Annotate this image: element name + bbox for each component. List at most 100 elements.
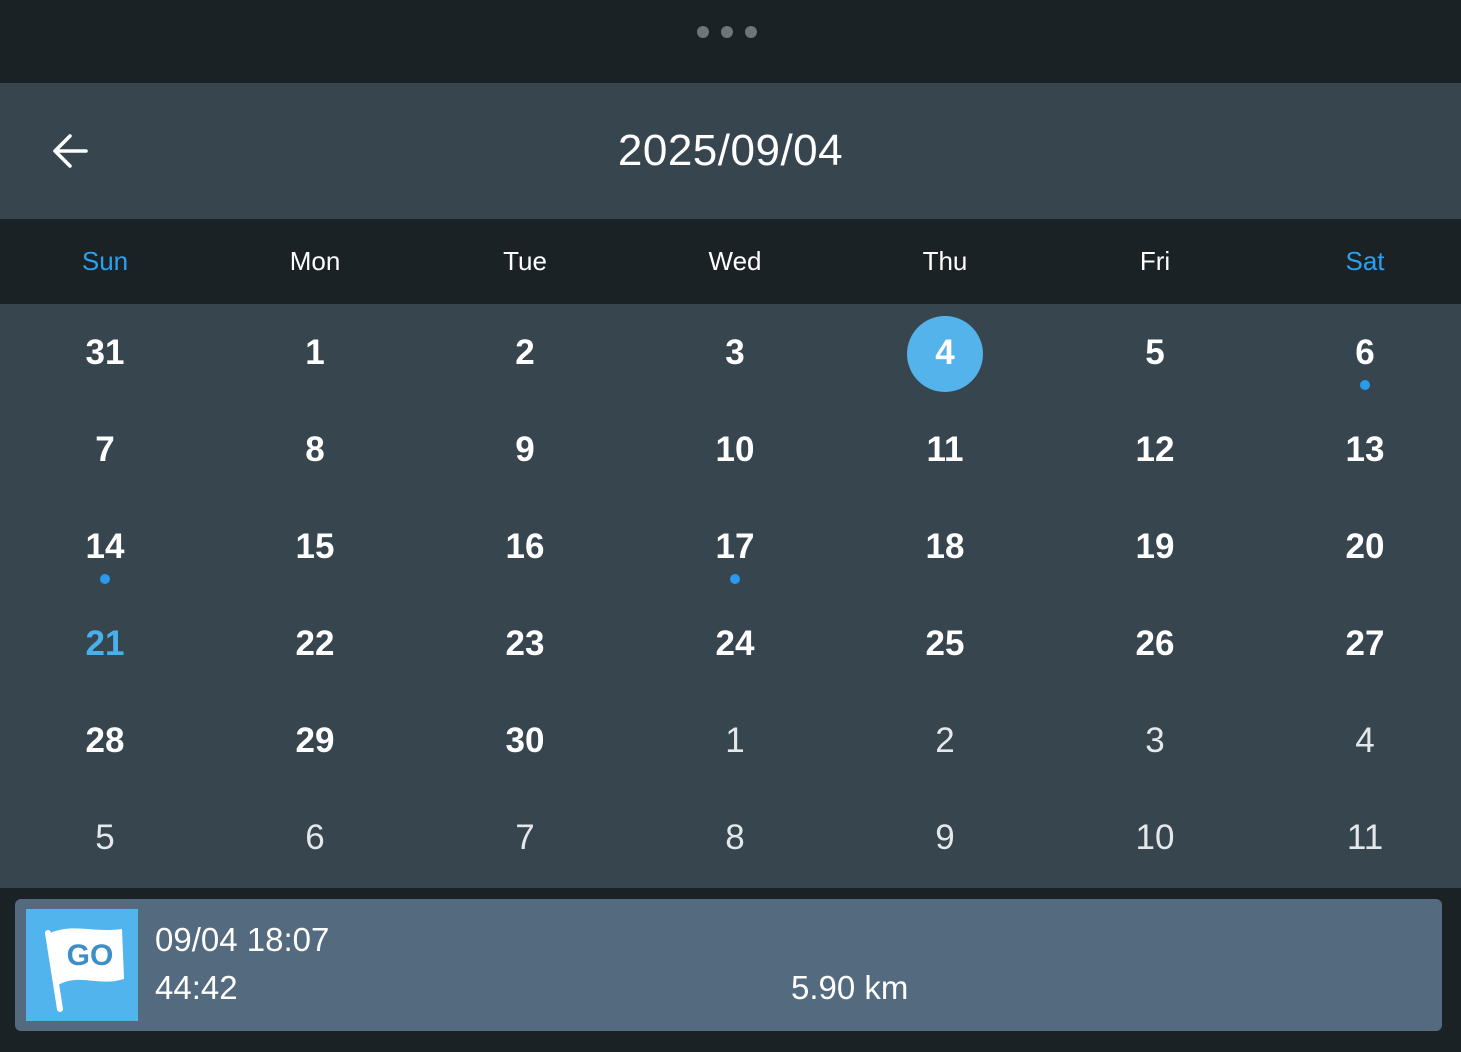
top-bar — [0, 0, 1461, 83]
calendar-day[interactable]: 6 — [1260, 304, 1461, 401]
calendar-day[interactable]: 5 — [1050, 304, 1260, 401]
calendar-week-row: 14 15 16 17 18 19 20 — [0, 498, 1461, 595]
day-number: 28 — [85, 720, 125, 760]
day-number: 9 — [935, 817, 955, 857]
activity-distance: 5.90 km — [791, 969, 909, 1006]
activity-card[interactable]: GO 09/04 18:07 44:42 5.90 km — [15, 899, 1442, 1031]
day-number: 24 — [715, 623, 755, 663]
dot — [745, 26, 757, 38]
day-number: 27 — [1345, 623, 1385, 663]
calendar-day[interactable]: 11 — [1260, 789, 1461, 886]
day-number: 29 — [295, 720, 335, 760]
calendar-day[interactable]: 22 — [210, 595, 420, 692]
calendar-week-row: 5 6 7 8 9 10 11 — [0, 789, 1461, 886]
calendar-day[interactable]: 9 — [420, 401, 630, 498]
activity-dot — [100, 574, 110, 584]
calendar-day[interactable]: 13 — [1260, 401, 1461, 498]
weekday-sat: Sat — [1345, 246, 1385, 276]
day-number: 11 — [926, 429, 964, 469]
calendar-grid: 31 1 2 3 4 5 6 7 8 9 10 11 12 13 14 15 16 17 18 19 20 21 22 23 2… — [0, 304, 1461, 888]
calendar-day[interactable]: 29 — [210, 692, 420, 789]
calendar-day[interactable]: 5 — [0, 789, 210, 886]
day-number: 10 — [715, 429, 755, 469]
calendar-day[interactable]: 20 — [1260, 498, 1461, 595]
calendar-day[interactable]: 7 — [0, 401, 210, 498]
calendar-day[interactable]: 17 — [630, 498, 840, 595]
calendar-day[interactable]: 1 — [210, 304, 420, 401]
day-number: 6 — [1355, 332, 1375, 372]
activity-duration: 44:42 — [155, 969, 238, 1006]
weekday-tue: Tue — [503, 246, 547, 276]
calendar-day[interactable]: 28 — [0, 692, 210, 789]
calendar-day[interactable]: 14 — [0, 498, 210, 595]
day-number: 8 — [725, 817, 745, 857]
flag-text: GO — [67, 939, 114, 972]
day-number: 22 — [295, 623, 335, 663]
calendar-day[interactable]: 2 — [420, 304, 630, 401]
calendar-day[interactable]: 31 — [0, 304, 210, 401]
weekday-header: Sun Mon Tue Wed Thu Fri Sat — [0, 219, 1461, 304]
day-number: 10 — [1135, 817, 1175, 857]
calendar-day[interactable]: 30 — [420, 692, 630, 789]
calendar-day[interactable]: 23 — [420, 595, 630, 692]
weekday-mon: Mon — [289, 246, 341, 276]
calendar-day[interactable]: 10 — [1050, 789, 1260, 886]
calendar-day[interactable]: 6 — [210, 789, 420, 886]
day-number: 19 — [1135, 526, 1175, 566]
calendar-day[interactable]: 8 — [210, 401, 420, 498]
day-number: 23 — [505, 623, 545, 663]
weekday-thu: Thu — [922, 246, 968, 276]
day-number: 8 — [305, 429, 325, 469]
day-number: 3 — [1145, 720, 1165, 760]
dot — [721, 26, 733, 38]
day-number: 21 — [85, 623, 125, 663]
arrow-left-icon — [53, 134, 88, 168]
calendar-day[interactable]: 26 — [1050, 595, 1260, 692]
calendar-day[interactable]: 9 — [840, 789, 1050, 886]
calendar-day[interactable]: 19 — [1050, 498, 1260, 595]
day-number: 12 — [1135, 429, 1175, 469]
day-number: 20 — [1345, 526, 1385, 566]
calendar-day[interactable]: 4 — [1260, 692, 1461, 789]
day-number: 14 — [85, 526, 125, 566]
day-number: 11 — [1346, 817, 1384, 857]
calendar-day[interactable]: 11 — [840, 401, 1050, 498]
calendar-day[interactable]: 15 — [210, 498, 420, 595]
dot — [697, 26, 709, 38]
day-number: 5 — [95, 817, 115, 857]
day-number: 2 — [515, 332, 535, 372]
day-number: 26 — [1135, 623, 1175, 663]
calendar-day[interactable]: 18 — [840, 498, 1050, 595]
day-number: 1 — [305, 332, 325, 372]
back-button[interactable] — [44, 127, 96, 175]
calendar-day-selected[interactable]: 4 — [840, 304, 1050, 401]
day-number: 7 — [95, 429, 115, 469]
day-number: 6 — [305, 817, 325, 857]
day-number: 25 — [925, 623, 965, 663]
calendar-day[interactable]: 3 — [630, 304, 840, 401]
calendar-day[interactable]: 12 — [1050, 401, 1260, 498]
calendar-day[interactable]: 16 — [420, 498, 630, 595]
day-number: 5 — [1145, 332, 1165, 372]
day-number: 30 — [505, 720, 545, 760]
day-number: 31 — [85, 332, 125, 372]
activity-dot — [730, 574, 740, 584]
calendar-day[interactable]: 24 — [630, 595, 840, 692]
calendar-day[interactable]: 27 — [1260, 595, 1461, 692]
calendar-day[interactable]: 8 — [630, 789, 840, 886]
more-dots-icon[interactable] — [697, 26, 761, 38]
activity-dot — [1360, 380, 1370, 390]
calendar-day[interactable]: 10 — [630, 401, 840, 498]
calendar-day[interactable]: 3 — [1050, 692, 1260, 789]
day-number: 3 — [725, 332, 745, 372]
day-number: 17 — [715, 526, 755, 566]
calendar-week-row: 21 22 23 24 25 26 27 — [0, 595, 1461, 692]
day-number: 2 — [935, 720, 955, 760]
calendar-day[interactable]: 7 — [420, 789, 630, 886]
calendar-day[interactable]: 2 — [840, 692, 1050, 789]
flag-graphic: GO — [45, 928, 124, 1012]
calendar-day[interactable]: 21 — [0, 595, 210, 692]
calendar-day[interactable]: 1 — [630, 692, 840, 789]
calendar-week-row: 7 8 9 10 11 12 13 — [0, 401, 1461, 498]
calendar-day[interactable]: 25 — [840, 595, 1050, 692]
